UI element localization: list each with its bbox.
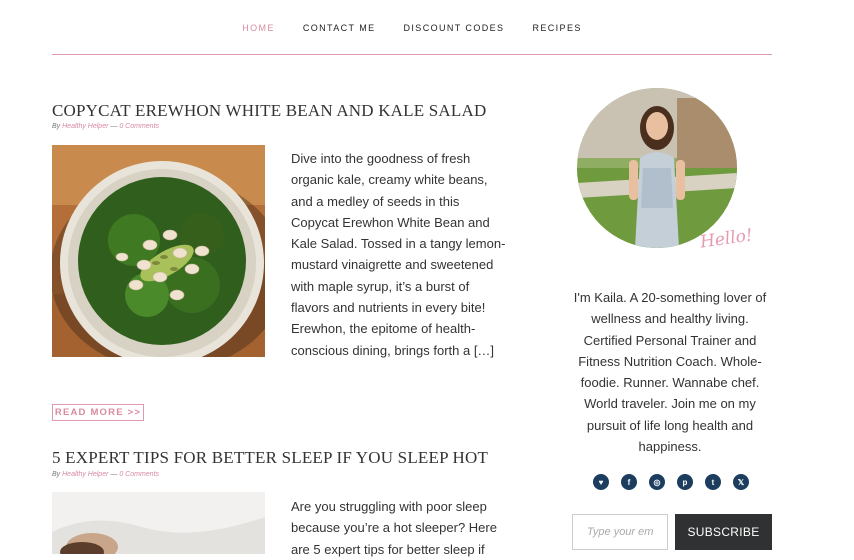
x-icon[interactable]: 𝕏 bbox=[733, 474, 749, 490]
post-excerpt: Are you struggling with poor sleep becau… bbox=[291, 499, 497, 557]
post-meta: By Healthy Helper — 0 Comments bbox=[52, 123, 159, 130]
nav-item-discount-codes[interactable]: DISCOUNT CODES bbox=[404, 21, 505, 33]
post-author-link[interactable]: Healthy Helper bbox=[62, 123, 108, 130]
instagram-icon[interactable]: ◎ bbox=[649, 474, 665, 490]
tumblr-icon[interactable]: t bbox=[705, 474, 721, 490]
post-meta: By Healthy Helper — 0 Comments bbox=[52, 471, 159, 478]
author-bio: I'm Kaila. A 20-something lover of welln… bbox=[573, 290, 767, 455]
post-thumbnail-sleep[interactable] bbox=[52, 492, 265, 554]
meta-separator: — bbox=[110, 471, 118, 478]
nav-item-home[interactable]: HOME bbox=[242, 21, 275, 33]
facebook-icon[interactable]: f bbox=[621, 474, 637, 490]
author-photo bbox=[577, 88, 737, 248]
salad-bowl-image bbox=[52, 145, 265, 357]
post-excerpt: Dive into the goodness of fresh organic … bbox=[291, 151, 506, 358]
post-title[interactable]: COPYCAT EREWHON WHITE BEAN AND KALE SALA… bbox=[52, 101, 486, 121]
by-label: By bbox=[52, 123, 61, 130]
main-nav: HOME CONTACT ME DISCOUNT CODES RECIPES bbox=[52, 0, 772, 55]
sleep-image bbox=[52, 492, 265, 554]
post-thumbnail-salad[interactable] bbox=[52, 145, 265, 357]
post-author-link[interactable]: Healthy Helper bbox=[62, 471, 108, 478]
by-label: By bbox=[52, 471, 61, 478]
nav-item-contact-me[interactable]: CONTACT ME bbox=[303, 21, 376, 33]
email-input[interactable] bbox=[572, 514, 668, 550]
post-title[interactable]: 5 EXPERT TIPS FOR BETTER SLEEP IF YOU SL… bbox=[52, 448, 488, 468]
meta-separator: — bbox=[110, 123, 118, 130]
post-comments-link[interactable]: 0 Comments bbox=[119, 123, 159, 130]
social-links: ♥ f ◎ p t 𝕏 bbox=[593, 474, 749, 490]
pinterest-icon[interactable]: p bbox=[677, 474, 693, 490]
nav-item-recipes[interactable]: RECIPES bbox=[532, 21, 581, 33]
heart-icon[interactable]: ♥ bbox=[593, 474, 609, 490]
author-avatar bbox=[577, 88, 737, 248]
read-more-button[interactable]: READ MORE >> bbox=[52, 404, 144, 421]
subscribe-button[interactable]: SUBSCRIBE bbox=[675, 514, 772, 550]
post-comments-link[interactable]: 0 Comments bbox=[119, 471, 159, 478]
